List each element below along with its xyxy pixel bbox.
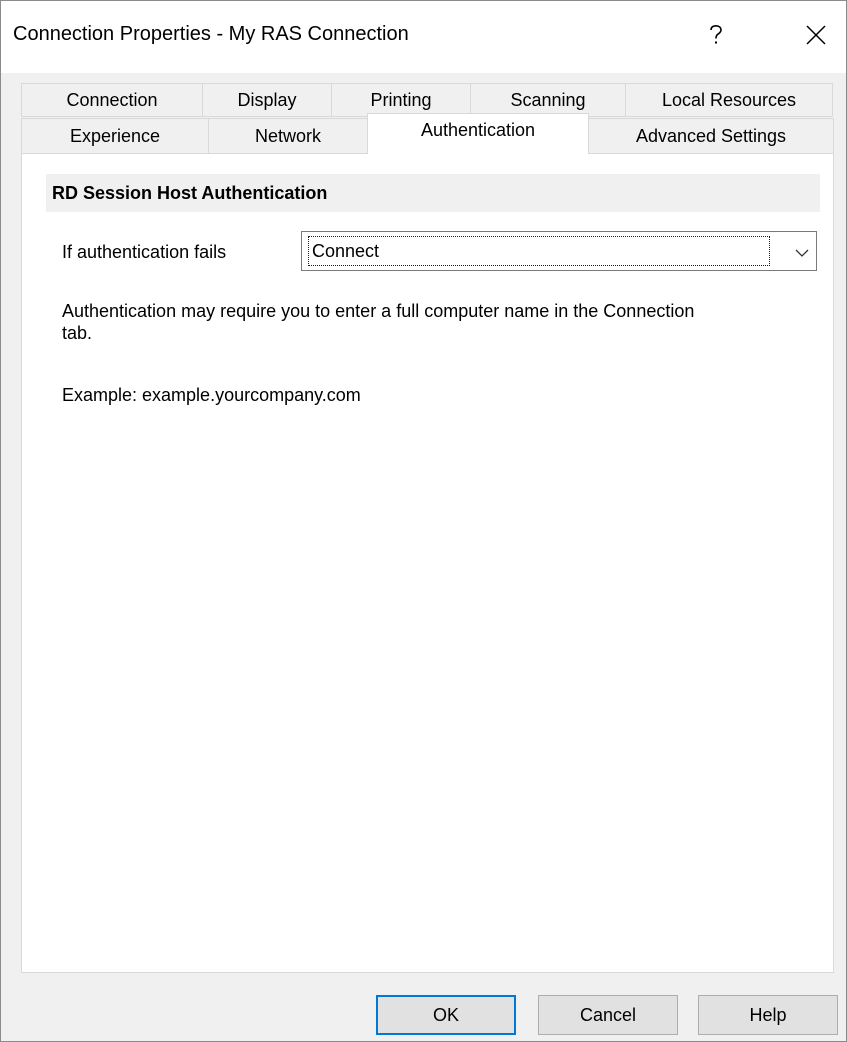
help-title-button[interactable] [691, 15, 741, 55]
help-button[interactable]: Help [698, 995, 838, 1035]
ok-button-label: OK [432, 1004, 459, 1025]
tab-label: Local Resources [661, 89, 797, 110]
tab-experience[interactable]: Experience [21, 118, 209, 154]
question-mark-icon [709, 25, 723, 45]
auth-fail-dropdown[interactable]: Connect [301, 231, 817, 271]
tab-connection[interactable]: Connection [21, 83, 203, 117]
close-button[interactable] [791, 15, 841, 55]
tab-label: Display [237, 89, 297, 110]
tab-label: Connection [66, 89, 158, 110]
cancel-button[interactable]: Cancel [538, 995, 678, 1035]
help-button-label: Help [749, 1004, 787, 1025]
auth-fail-label: If authentication fails [62, 242, 227, 262]
tab-advanced-settings[interactable]: Advanced Settings [588, 118, 834, 154]
tab-label: Network [254, 125, 321, 146]
auth-description: Authentication may require you to enter … [62, 301, 695, 343]
title-bar: Connection Properties - My RAS Connectio… [1, 1, 846, 73]
tab-scanning[interactable]: Scanning [470, 83, 626, 117]
cancel-button-label: Cancel [579, 1004, 637, 1025]
ok-button[interactable]: OK [376, 995, 516, 1035]
section-title: RD Session Host Authentication [52, 182, 328, 203]
tab-display[interactable]: Display [202, 83, 332, 117]
tab-network[interactable]: Network [208, 118, 368, 154]
window-title: Connection Properties - My RAS Connectio… [13, 23, 409, 45]
tab-panel-authentication: RD Session Host Authentication If authen… [21, 153, 834, 973]
tab-label: Printing [370, 89, 432, 110]
tab-label: Experience [69, 125, 161, 146]
example-text: Example: example.yourcompany.com [62, 385, 361, 405]
tab-label: Scanning [510, 89, 586, 110]
tab-printing[interactable]: Printing [331, 83, 471, 117]
tab-label: Authentication [420, 119, 536, 140]
tab-label: Advanced Settings [635, 125, 787, 146]
chevron-down-icon [794, 244, 810, 258]
section-header: RD Session Host Authentication [46, 174, 820, 212]
close-icon [806, 25, 826, 45]
dialog-window: Connection Properties - My RAS Connectio… [0, 0, 847, 1042]
dropdown-selected-value: Connect [308, 236, 770, 266]
tab-authentication[interactable]: Authentication [367, 113, 589, 154]
tab-local-resources[interactable]: Local Resources [625, 83, 833, 117]
